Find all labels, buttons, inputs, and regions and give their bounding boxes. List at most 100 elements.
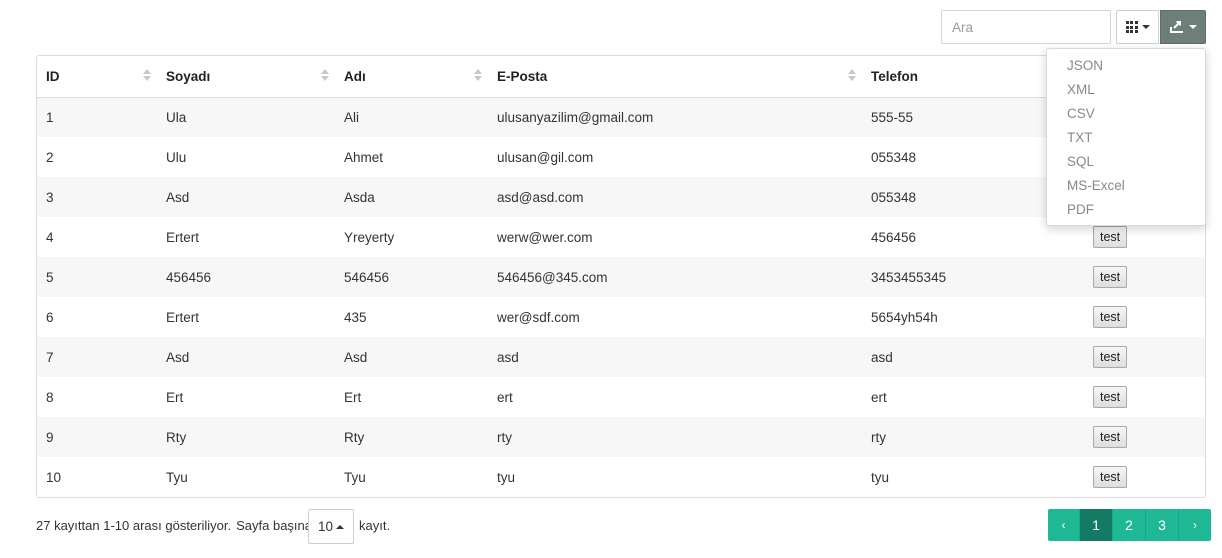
table-row: 5 456456 546456 546456@345.com 3453455345 tes… bbox=[37, 257, 1205, 297]
cell-id: 9 bbox=[46, 429, 54, 445]
test-button[interactable]: test bbox=[1093, 426, 1128, 448]
cell-action: test bbox=[1075, 297, 1205, 337]
cell-telefon: rty bbox=[871, 429, 886, 445]
cell-soyadi: Ulu bbox=[166, 149, 187, 165]
cell-id: 5 bbox=[46, 269, 54, 285]
column-header-adi[interactable]: Adı bbox=[335, 56, 488, 97]
cell-eposta: asd@asd.com bbox=[497, 189, 584, 205]
sort-icon bbox=[143, 69, 151, 81]
table-row: 9 Rty Rty rty rty test bbox=[37, 417, 1205, 457]
cell-eposta: rty bbox=[497, 429, 512, 445]
data-table: ID Soyadı Adı E-Posta Telefon 1 Ula Ali ulu… bbox=[36, 55, 1206, 498]
chevron-up-icon bbox=[336, 524, 345, 529]
cell-telefon: 3453455345 bbox=[871, 269, 947, 285]
cell-eposta: ulusanyazilim@gmail.com bbox=[497, 109, 654, 125]
table-row: 7 Asd Asd asd asd test bbox=[37, 337, 1205, 377]
cell-id: 4 bbox=[46, 229, 54, 245]
table-row: 2UluAhmetulusan@gil.com055348test bbox=[37, 137, 1205, 177]
columns-toggle-button[interactable] bbox=[1116, 10, 1159, 44]
test-button[interactable]: test bbox=[1093, 386, 1128, 408]
export-option-txt[interactable]: TXT bbox=[1047, 126, 1205, 150]
cell-eposta: 546456@345.com bbox=[497, 269, 608, 285]
page-size-value: 10 bbox=[317, 519, 334, 534]
column-header-id[interactable]: ID bbox=[37, 56, 157, 97]
cell-eposta: ulusan@gil.com bbox=[497, 149, 594, 165]
cell-action: test bbox=[1075, 417, 1205, 457]
test-button[interactable]: test bbox=[1093, 466, 1128, 488]
cell-id: 7 bbox=[46, 349, 54, 365]
cell-adi: 546456 bbox=[344, 269, 390, 285]
pagination: ‹ 1 2 3 › bbox=[1048, 509, 1211, 541]
column-header-eposta[interactable]: E-Posta bbox=[488, 56, 862, 97]
column-header-soyadi[interactable]: Soyadı bbox=[157, 56, 335, 97]
cell-soyadi: Ula bbox=[166, 109, 187, 125]
cell-adi: Ali bbox=[344, 109, 360, 125]
test-button[interactable]: test bbox=[1093, 306, 1128, 328]
chevron-down-icon bbox=[1141, 25, 1150, 29]
export-option-sql[interactable]: SQL bbox=[1047, 150, 1205, 174]
export-option-csv[interactable]: CSV bbox=[1047, 102, 1205, 126]
cell-eposta: ert bbox=[497, 389, 513, 405]
sort-icon bbox=[848, 69, 856, 81]
pagination-page-3[interactable]: 3 bbox=[1146, 509, 1179, 541]
cell-soyadi: Asd bbox=[166, 349, 190, 365]
cell-telefon: 5654yh54h bbox=[871, 309, 938, 325]
cell-eposta: wer@sdf.com bbox=[497, 309, 580, 325]
pagination-page-1[interactable]: 1 bbox=[1080, 509, 1113, 541]
cell-soyadi: Ert bbox=[166, 389, 184, 405]
export-option-pdf[interactable]: PDF bbox=[1047, 198, 1205, 222]
table-row: 1UlaAliulusanyazilim@gmail.com555-55test bbox=[37, 97, 1205, 137]
cell-soyadi: Ertert bbox=[166, 309, 200, 325]
pagination-info: 27 kayıttan 1-10 arası gösteriliyor. Say… bbox=[36, 518, 312, 533]
export-button[interactable] bbox=[1160, 10, 1206, 44]
column-header-telefon[interactable]: Telefon bbox=[862, 56, 1075, 97]
per-page-prefix: Sayfa başına bbox=[236, 518, 312, 533]
export-option-xml[interactable]: XML bbox=[1047, 78, 1205, 102]
cell-adi: Rty bbox=[344, 429, 365, 445]
table-row: 3AsdAsdaasd@asd.com055348test bbox=[37, 177, 1205, 217]
test-button[interactable]: test bbox=[1093, 346, 1128, 368]
per-page-suffix: kayıt. bbox=[359, 518, 391, 533]
cell-telefon: 055348 bbox=[871, 149, 917, 165]
test-button[interactable]: test bbox=[1093, 266, 1128, 288]
cell-telefon: asd bbox=[871, 349, 893, 365]
cell-id: 10 bbox=[46, 469, 62, 485]
cell-telefon: 456456 bbox=[871, 229, 917, 245]
cell-adi: 435 bbox=[344, 309, 367, 325]
table-row: 4 Ertert Yreyerty werw@wer.com 456456 test bbox=[37, 217, 1205, 257]
search-input[interactable] bbox=[941, 10, 1111, 44]
cell-action: test bbox=[1075, 457, 1205, 497]
cell-adi: Asd bbox=[344, 349, 368, 365]
pagination-prev-button[interactable]: ‹ bbox=[1048, 509, 1080, 541]
pagination-next-button[interactable]: › bbox=[1179, 509, 1211, 541]
grid-icon bbox=[1125, 21, 1138, 33]
cell-telefon: tyu bbox=[871, 469, 890, 485]
cell-soyadi: Asd bbox=[166, 189, 190, 205]
cell-soyadi: 456456 bbox=[166, 269, 212, 285]
cell-adi: Asda bbox=[344, 189, 375, 205]
cell-eposta: tyu bbox=[497, 469, 516, 485]
cell-action: test bbox=[1075, 337, 1205, 377]
cell-soyadi: Ertert bbox=[166, 229, 200, 245]
record-summary: 27 kayıttan 1-10 arası gösteriliyor. bbox=[36, 518, 232, 533]
pagination-page-2[interactable]: 2 bbox=[1113, 509, 1146, 541]
export-icon bbox=[1170, 21, 1183, 33]
test-button[interactable]: test bbox=[1093, 226, 1128, 248]
cell-action: test bbox=[1075, 377, 1205, 417]
cell-action: test bbox=[1075, 257, 1205, 297]
cell-id: 1 bbox=[46, 109, 54, 125]
page-size-dropdown[interactable]: 10 bbox=[308, 509, 354, 544]
export-option-json[interactable]: JSON bbox=[1047, 54, 1205, 78]
table-row: 6 Ertert 435 wer@sdf.com 5654yh54h test bbox=[37, 297, 1205, 337]
sort-icon bbox=[321, 69, 329, 81]
cell-id: 2 bbox=[46, 149, 54, 165]
sort-icon bbox=[474, 69, 482, 81]
chevron-down-icon bbox=[1189, 25, 1197, 29]
cell-eposta: werw@wer.com bbox=[497, 229, 593, 245]
table-row: 8 Ert Ert ert ert test bbox=[37, 377, 1205, 417]
cell-adi: Tyu bbox=[344, 469, 366, 485]
export-option-ms-excel[interactable]: MS-Excel bbox=[1047, 174, 1205, 198]
cell-id: 3 bbox=[46, 189, 54, 205]
cell-id: 8 bbox=[46, 389, 54, 405]
cell-telefon: ert bbox=[871, 389, 887, 405]
